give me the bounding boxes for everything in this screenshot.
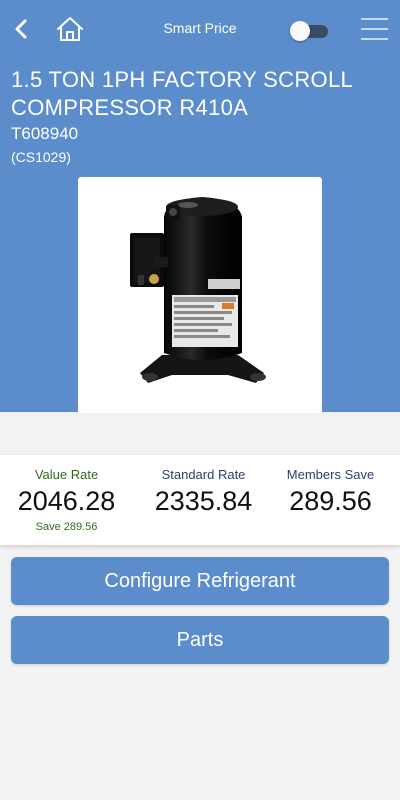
value-rate-save: Save 289.56 xyxy=(35,521,98,533)
product-title: 1.5 TON 1PH FACTORY SCROLL COMPRESSOR R4… xyxy=(11,67,353,120)
standard-rate-label: Standard Rate xyxy=(161,467,246,482)
scroll-compressor-image xyxy=(130,197,266,383)
back-button[interactable] xyxy=(8,14,34,44)
product-code: (CS1029) xyxy=(11,149,71,165)
configure-refrigerant-button[interactable]: Configure Refrigerant xyxy=(11,557,389,605)
toggle-knob xyxy=(290,21,310,41)
members-save-amount: 289.56 xyxy=(289,486,372,516)
chevron-left-icon xyxy=(15,19,27,39)
value-rate-column: Value Rate 2046.28 Save 289.56 xyxy=(0,467,133,533)
app-header: Smart Price xyxy=(0,0,400,58)
standard-rate-amount: 2335.84 xyxy=(154,486,253,516)
value-rate-label: Value Rate xyxy=(34,467,99,482)
value-rate-amount: 2046.28 xyxy=(17,486,116,516)
standard-rate-column: Standard Rate 2335.84 xyxy=(137,467,270,517)
home-button[interactable] xyxy=(52,12,88,46)
smart-price-toggle[interactable] xyxy=(290,21,328,41)
app-title: Smart Price xyxy=(163,20,237,36)
product-image-card xyxy=(78,177,322,413)
home-icon xyxy=(57,17,83,41)
pricing-panel: Value Rate 2046.28 Save 289.56 Standard … xyxy=(0,455,400,545)
members-save-label: Members Save xyxy=(286,467,375,482)
parts-button[interactable]: Parts xyxy=(11,616,389,664)
members-save-column: Members Save 289.56 xyxy=(264,467,397,517)
menu-button[interactable] xyxy=(359,16,391,42)
product-sku: T608940 xyxy=(11,124,79,143)
